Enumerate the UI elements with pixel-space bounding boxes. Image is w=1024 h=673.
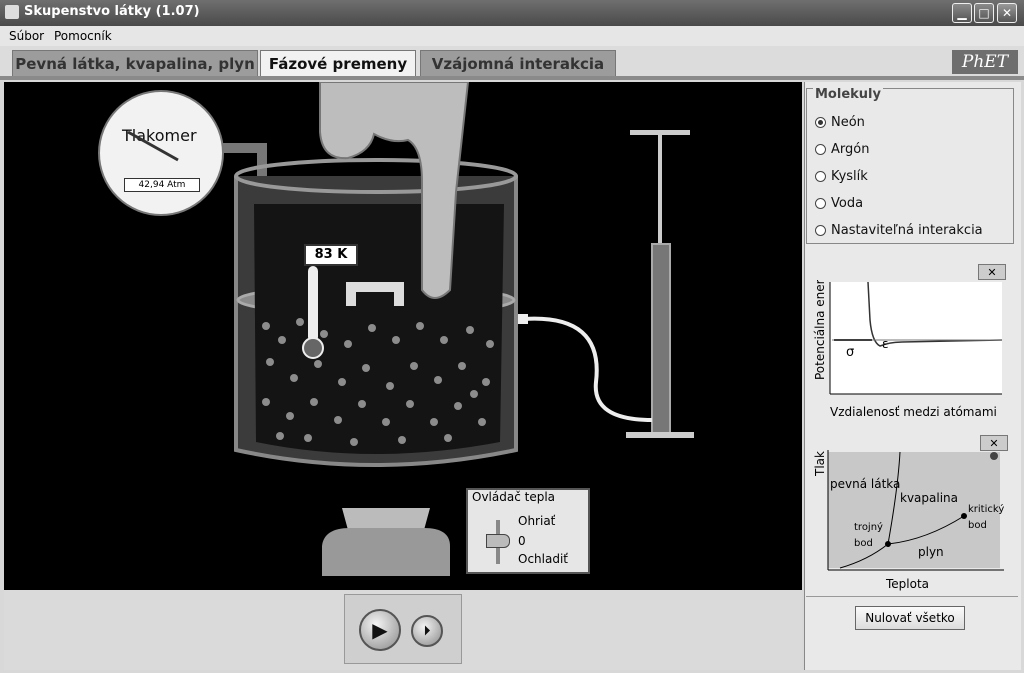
gauge-needle — [127, 130, 179, 162]
potential-plot-area — [830, 282, 1002, 394]
radio-label: Nastaviteľná interakcia — [831, 223, 983, 238]
tab-strip: Pevná látka, kvapalina, plyn Fázové prem… — [0, 46, 1024, 80]
triple-point — [885, 541, 891, 547]
epsilon-label: ε — [882, 337, 889, 351]
hose-connector — [518, 314, 528, 324]
window-title: Skupenstvo látky (1.07) — [24, 4, 200, 19]
phet-logo: PhET — [952, 50, 1018, 74]
heat-label: Ohriať — [518, 514, 556, 528]
triple-point-label-1: trojný — [854, 521, 883, 533]
sigma-label: σ — [846, 345, 854, 360]
radio-label: Kyslík — [831, 169, 868, 184]
radio-label: Neón — [831, 115, 865, 130]
tab-solid-liquid-gas[interactable]: Pevná látka, kvapalina, plyn — [12, 50, 258, 76]
critical-point-label-1: kritický — [968, 503, 1004, 515]
cool-label: Ochladiť — [518, 552, 568, 566]
radio-label: Argón — [831, 142, 870, 157]
java-app-icon — [5, 5, 19, 19]
menu-bar: Súbor Pomocník — [0, 26, 1024, 46]
heat-slider-thumb[interactable] — [486, 534, 510, 548]
play-button[interactable]: ▶ — [359, 609, 401, 651]
maximize-button[interactable]: □ — [974, 3, 994, 23]
tab-phase-changes[interactable]: Fázové premeny — [260, 50, 416, 76]
menu-help[interactable]: Pomocník — [54, 29, 112, 43]
heat-control-panel: Ovládač tepla Ohriať 0 Ochladiť — [466, 488, 590, 574]
pump-hose — [523, 316, 653, 422]
bicycle-pump — [626, 130, 694, 438]
burner — [322, 508, 450, 576]
playback-controls: ▶ ⏵ — [344, 594, 462, 664]
molecules-title: Molekuly — [813, 87, 883, 102]
thermometer-bulb — [302, 337, 324, 359]
phase-diagram: pevná látka kvapalina plyn trojný bod kr… — [813, 450, 1004, 591]
radio-neon[interactable]: Neón — [815, 115, 865, 130]
close-button[interactable]: ✕ — [997, 3, 1017, 23]
gauge-readout: 42,94 Atm — [124, 178, 200, 192]
menu-file[interactable]: Súbor — [9, 29, 44, 43]
title-bar: Skupenstvo látky (1.07) ▁ □ ✕ — [0, 0, 1024, 26]
minimize-button[interactable]: ▁ — [952, 3, 972, 23]
radio-dot — [815, 171, 826, 182]
temperature-readout: 83 K — [304, 244, 358, 266]
radio-argon[interactable]: Argón — [815, 142, 869, 157]
radio-dot-selected — [815, 117, 826, 128]
zero-label: 0 — [518, 534, 526, 548]
critical-point-label-2: bod — [968, 520, 987, 531]
thermometer-tube — [308, 266, 318, 342]
close-potential-chart-button[interactable]: ✕ — [978, 264, 1006, 280]
reset-all-button[interactable]: Nulovať všetko — [855, 606, 965, 630]
radio-dot — [815, 144, 826, 155]
radio-oxygen[interactable]: Kyslík — [815, 169, 868, 184]
phase-y-label: Tlak — [813, 451, 827, 477]
pressure-gauge: Tlakomer 42,94 Atm — [98, 90, 224, 216]
container — [234, 158, 518, 467]
state-marker — [990, 452, 998, 460]
phase-x-label: Teplota — [885, 577, 929, 591]
radio-dot — [815, 225, 826, 236]
step-button[interactable]: ⏵ — [411, 615, 443, 647]
tab-interaction[interactable]: Vzájomná interakcia — [420, 50, 616, 76]
panel-divider — [806, 596, 1018, 597]
critical-point — [961, 513, 967, 519]
potential-y-label: Potenciálna energia — [813, 280, 827, 380]
gas-label: plyn — [918, 545, 944, 559]
radio-water[interactable]: Voda — [815, 196, 863, 211]
liquid-label: kvapalina — [900, 491, 958, 505]
radio-label: Voda — [831, 196, 864, 211]
heat-control-title: Ovládač tepla — [472, 490, 556, 504]
potential-energy-chart: σ ε Potenciálna energia Vzdialenosť medz… — [813, 280, 1003, 419]
radio-adjustable[interactable]: Nastaviteľná interakcia — [815, 223, 983, 238]
molecules-group: Molekuly Neón Argón Kyslík Voda Nastavit… — [806, 87, 1014, 244]
solid-label: pevná látka — [830, 477, 900, 491]
triple-point-label-2: bod — [854, 538, 873, 549]
radio-dot — [815, 198, 826, 209]
potential-x-label: Vzdialenosť medzi atómami — [830, 405, 997, 419]
